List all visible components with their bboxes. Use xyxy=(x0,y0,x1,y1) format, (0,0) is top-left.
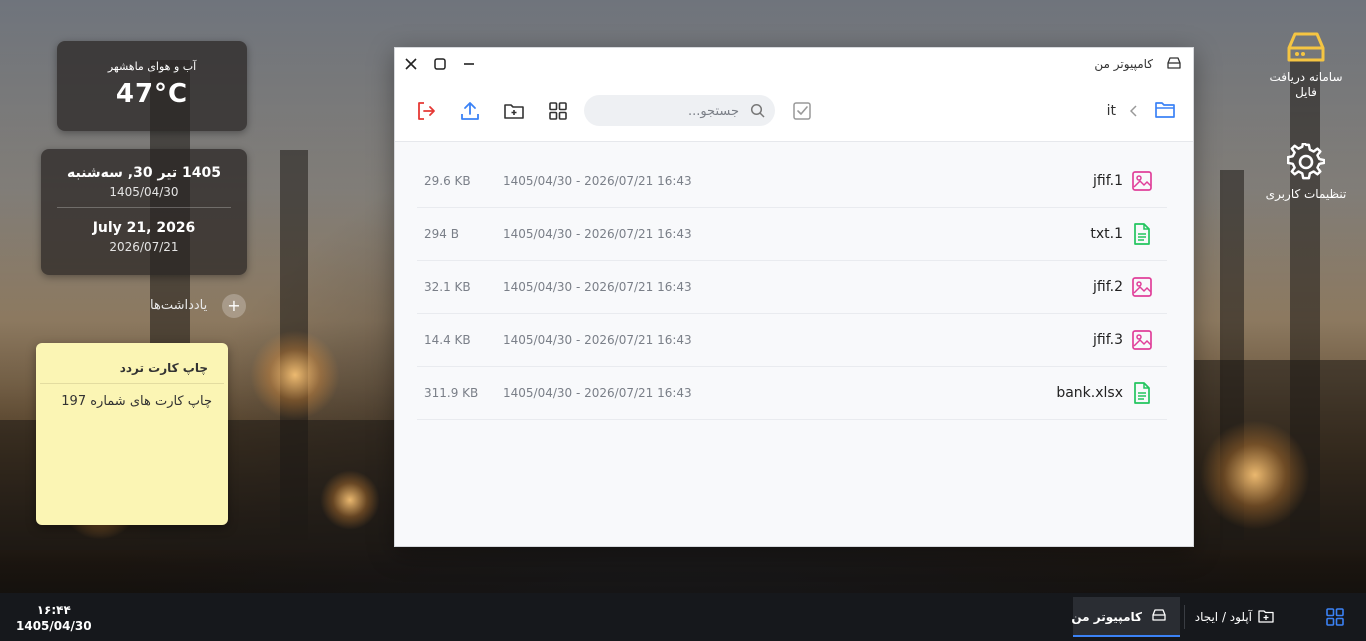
date-widget: 1405 تیر 30, سه‌شنبه 1405/04/30 July 21,… xyxy=(41,149,247,275)
taskbar: ۱۶:۴۴ 1405/04/30 کامپیوتر من آپلود / ایج… xyxy=(0,593,1366,641)
image-file-icon xyxy=(1132,171,1152,191)
new-folder-icon[interactable] xyxy=(503,100,525,122)
file-size: 14.4 KB xyxy=(424,333,471,347)
persian-date-short: 1405/04/30 xyxy=(109,185,179,199)
desktop-icon-settings[interactable]: تنظیمات کاربری xyxy=(1256,143,1356,202)
desktop-icon-label: سامانه دریافت فایل xyxy=(1269,70,1343,99)
hard-drive-icon xyxy=(1287,32,1325,62)
notes-label: یادداشت‌ها xyxy=(150,298,208,313)
upload-create-button[interactable]: آپلود / ایجاد xyxy=(1194,609,1274,627)
taskbar-app-my-computer[interactable]: کامپیوتر من xyxy=(1071,597,1180,637)
background-light xyxy=(320,470,380,530)
weather-location: آب و هوای ماهشهر xyxy=(107,60,197,73)
apps-grid-icon[interactable] xyxy=(1326,608,1344,626)
taskbar-time: ۱۶:۴۴ xyxy=(36,603,71,617)
text-file-icon xyxy=(1134,382,1150,404)
taskbar-app-label: کامپیوتر من xyxy=(1071,610,1142,624)
select-checkbox-icon[interactable] xyxy=(791,100,813,122)
file-size: 311.9 KB xyxy=(424,386,479,400)
file-name: jfif.2 xyxy=(1093,279,1123,295)
window-toolbar: it xyxy=(395,80,1193,142)
gregorian-date-long: July 21, 2026 xyxy=(92,220,196,236)
taskbar-clock[interactable]: ۱۶:۴۴ 1405/04/30 xyxy=(16,602,92,634)
file-row[interactable]: jfif.3 1405/04/30 - 2026/07/21 16:43 14.… xyxy=(417,314,1167,367)
grid-view-icon[interactable] xyxy=(547,100,569,122)
maximize-icon[interactable] xyxy=(432,56,448,72)
logout-icon[interactable] xyxy=(415,100,437,122)
upload-create-label: آپلود / ایجاد xyxy=(1194,610,1252,624)
date-divider xyxy=(57,207,231,208)
file-explorer-window: کامپیوتر من جستجو... it jfif.1 1405/04/3… xyxy=(394,47,1194,547)
file-row[interactable]: jfif.2 1405/04/30 - 2026/07/21 16:43 32.… xyxy=(417,261,1167,314)
image-file-icon xyxy=(1132,330,1152,350)
text-file-icon xyxy=(1134,223,1150,245)
sticky-note-body: چاپ کارت های شماره 197 xyxy=(61,394,212,409)
file-date: 1405/04/30 - 2026/07/21 16:43 xyxy=(503,333,692,347)
desktop-icon-file-system[interactable]: سامانه دریافت فایل xyxy=(1256,30,1356,100)
desktop-icon-label: تنظیمات کاربری xyxy=(1265,187,1347,201)
file-name: bank.xlsx xyxy=(1056,385,1123,401)
chevron-left-icon xyxy=(1130,105,1137,117)
search-box xyxy=(584,95,775,128)
taskbar-divider xyxy=(1184,605,1185,629)
close-icon[interactable] xyxy=(403,56,419,72)
background-light xyxy=(1200,420,1310,530)
file-name: jfif.3 xyxy=(1093,332,1123,348)
file-row[interactable]: txt.1 1405/04/30 - 2026/07/21 16:43 294 … xyxy=(417,208,1167,261)
image-file-icon xyxy=(1132,277,1152,297)
file-size: 32.1 KB xyxy=(424,280,471,294)
add-note-button[interactable]: + xyxy=(222,294,246,318)
file-size: 29.6 KB xyxy=(424,174,471,188)
sticky-note-title: چاپ کارت تردد xyxy=(40,343,224,384)
file-name: txt.1 xyxy=(1090,226,1123,242)
breadcrumb-current[interactable]: it xyxy=(1107,103,1116,119)
window-title: کامپیوتر من xyxy=(1094,57,1153,71)
background-light xyxy=(250,330,340,420)
taskbar-date: 1405/04/30 xyxy=(16,619,92,633)
file-row[interactable]: jfif.1 1405/04/30 - 2026/07/21 16:43 29.… xyxy=(417,155,1167,208)
weather-widget: آب و هوای ماهشهر 47°C xyxy=(57,41,247,131)
file-date: 1405/04/30 - 2026/07/21 16:43 xyxy=(503,174,692,188)
folder-icon[interactable] xyxy=(1155,101,1175,119)
gear-icon xyxy=(1287,143,1325,180)
search-input[interactable] xyxy=(597,95,741,128)
persian-date-long: 1405 تیر 30, سه‌شنبه xyxy=(66,165,222,181)
file-name: jfif.1 xyxy=(1093,173,1123,189)
search-icon xyxy=(750,103,765,118)
file-date: 1405/04/30 - 2026/07/21 16:43 xyxy=(503,386,692,400)
file-size: 294 B xyxy=(424,227,459,241)
file-list: jfif.1 1405/04/30 - 2026/07/21 16:43 29.… xyxy=(417,155,1167,420)
sticky-note[interactable]: چاپ کارت تردد چاپ کارت های شماره 197 xyxy=(36,343,228,525)
file-date: 1405/04/30 - 2026/07/21 16:43 xyxy=(503,280,692,294)
gregorian-date-short: 2026/07/21 xyxy=(109,240,179,254)
hard-drive-icon xyxy=(1152,609,1166,621)
hard-drive-icon xyxy=(1167,57,1181,69)
file-row[interactable]: bank.xlsx 1405/04/30 - 2026/07/21 16:43 … xyxy=(417,367,1167,420)
weather-temperature: 47°C xyxy=(115,79,189,109)
upload-icon[interactable] xyxy=(459,100,481,122)
minimize-icon[interactable] xyxy=(461,56,477,72)
add-folder-icon xyxy=(1258,610,1274,623)
file-date: 1405/04/30 - 2026/07/21 16:43 xyxy=(503,227,692,241)
window-titlebar[interactable]: کامپیوتر من xyxy=(395,48,1193,80)
